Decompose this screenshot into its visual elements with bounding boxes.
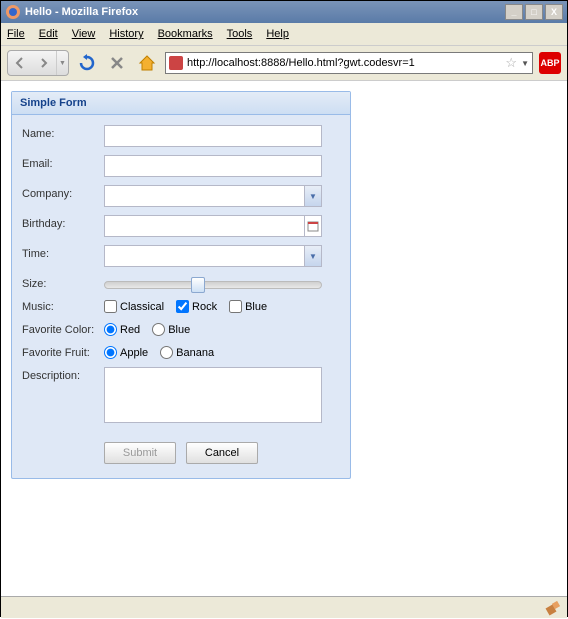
url-dropdown-icon[interactable]: ▼ [521,59,529,68]
classical-label: Classical [120,301,164,313]
window-titlebar: Hello - Mozilla Firefox _ □ X [1,1,567,23]
fruit-apple-radio[interactable]: Apple [104,346,148,359]
minimize-button[interactable]: _ [505,4,523,20]
email-input[interactable] [104,155,322,177]
size-slider[interactable] [104,281,322,289]
window-title: Hello - Mozilla Firefox [25,6,505,18]
menu-bar: File Edit View History Bookmarks Tools H… [1,23,567,45]
blue-color-label: Blue [168,324,190,336]
music-blue-checkbox[interactable]: Blue [229,300,267,313]
form-body: Name: Email: Company: ▼ Birthday: [12,115,350,478]
firefox-icon [5,4,21,20]
radio-apple[interactable] [104,346,117,359]
music-rock-checkbox[interactable]: Rock [176,300,217,313]
menu-file[interactable]: File [7,28,25,40]
site-icon [169,56,183,70]
back-button[interactable] [8,51,32,75]
checkbox-rock[interactable] [176,300,189,313]
nav-history-dropdown[interactable]: ▼ [56,51,68,75]
maximize-button[interactable]: □ [525,4,543,20]
checkbox-classical[interactable] [104,300,117,313]
banana-label: Banana [176,347,214,359]
radio-blue[interactable] [152,323,165,336]
plugin-icon[interactable] [545,600,561,616]
menu-tools[interactable]: Tools [227,28,253,40]
url-text[interactable]: http://localhost:8888/Hello.html?gwt.cod… [187,57,501,69]
menu-bookmarks[interactable]: Bookmarks [158,28,213,40]
favfruit-label: Favorite Fruit: [22,344,104,359]
home-button[interactable] [135,51,159,75]
fruit-banana-radio[interactable]: Banana [160,346,214,359]
email-label: Email: [22,155,104,170]
company-input[interactable] [104,185,304,207]
calendar-icon[interactable] [304,215,322,237]
time-input[interactable] [104,245,304,267]
chevron-down-icon[interactable]: ▼ [304,185,322,207]
favcolor-label: Favorite Color: [22,321,104,336]
radio-red[interactable] [104,323,117,336]
forward-button[interactable] [32,51,56,75]
nav-buttons: ▼ [7,50,69,76]
menu-edit[interactable]: Edit [39,28,58,40]
simple-form-panel: Simple Form Name: Email: Company: ▼ [11,91,351,479]
checkbox-blue[interactable] [229,300,242,313]
browser-toolbar: ▼ http://localhost:8888/Hello.html?gwt.c… [1,45,567,81]
description-textarea[interactable] [104,367,322,423]
reload-button[interactable] [75,51,99,75]
description-label: Description: [22,367,104,382]
name-input[interactable] [104,125,322,147]
music-label: Music: [22,298,104,313]
color-blue-radio[interactable]: Blue [152,323,190,336]
abp-icon[interactable]: ABP [539,52,561,74]
window-controls: _ □ X [505,4,563,20]
page-content: Simple Form Name: Email: Company: ▼ [1,81,567,596]
birthday-label: Birthday: [22,215,104,230]
company-label: Company: [22,185,104,200]
radio-banana[interactable] [160,346,173,359]
birthday-input[interactable] [104,215,304,237]
birthday-field[interactable] [104,215,322,237]
stop-button[interactable] [105,51,129,75]
menu-history[interactable]: History [109,28,143,40]
menu-help[interactable]: Help [266,28,289,40]
submit-button[interactable]: Submit [104,442,176,464]
slider-thumb[interactable] [191,277,205,293]
rock-label: Rock [192,301,217,313]
menu-view[interactable]: View [72,28,96,40]
url-bar[interactable]: http://localhost:8888/Hello.html?gwt.cod… [165,52,533,74]
close-button[interactable]: X [545,4,563,20]
red-label: Red [120,324,140,336]
cancel-button[interactable]: Cancel [186,442,258,464]
name-label: Name: [22,125,104,140]
apple-label: Apple [120,347,148,359]
blue-label: Blue [245,301,267,313]
time-combo[interactable]: ▼ [104,245,322,267]
time-label: Time: [22,245,104,260]
company-combo[interactable]: ▼ [104,185,322,207]
status-bar [1,596,567,618]
size-label: Size: [22,275,104,290]
panel-title: Simple Form [12,92,350,115]
chevron-down-icon[interactable]: ▼ [304,245,322,267]
music-classical-checkbox[interactable]: Classical [104,300,164,313]
color-red-radio[interactable]: Red [104,323,140,336]
bookmark-star-icon[interactable]: ☆ [505,55,517,71]
